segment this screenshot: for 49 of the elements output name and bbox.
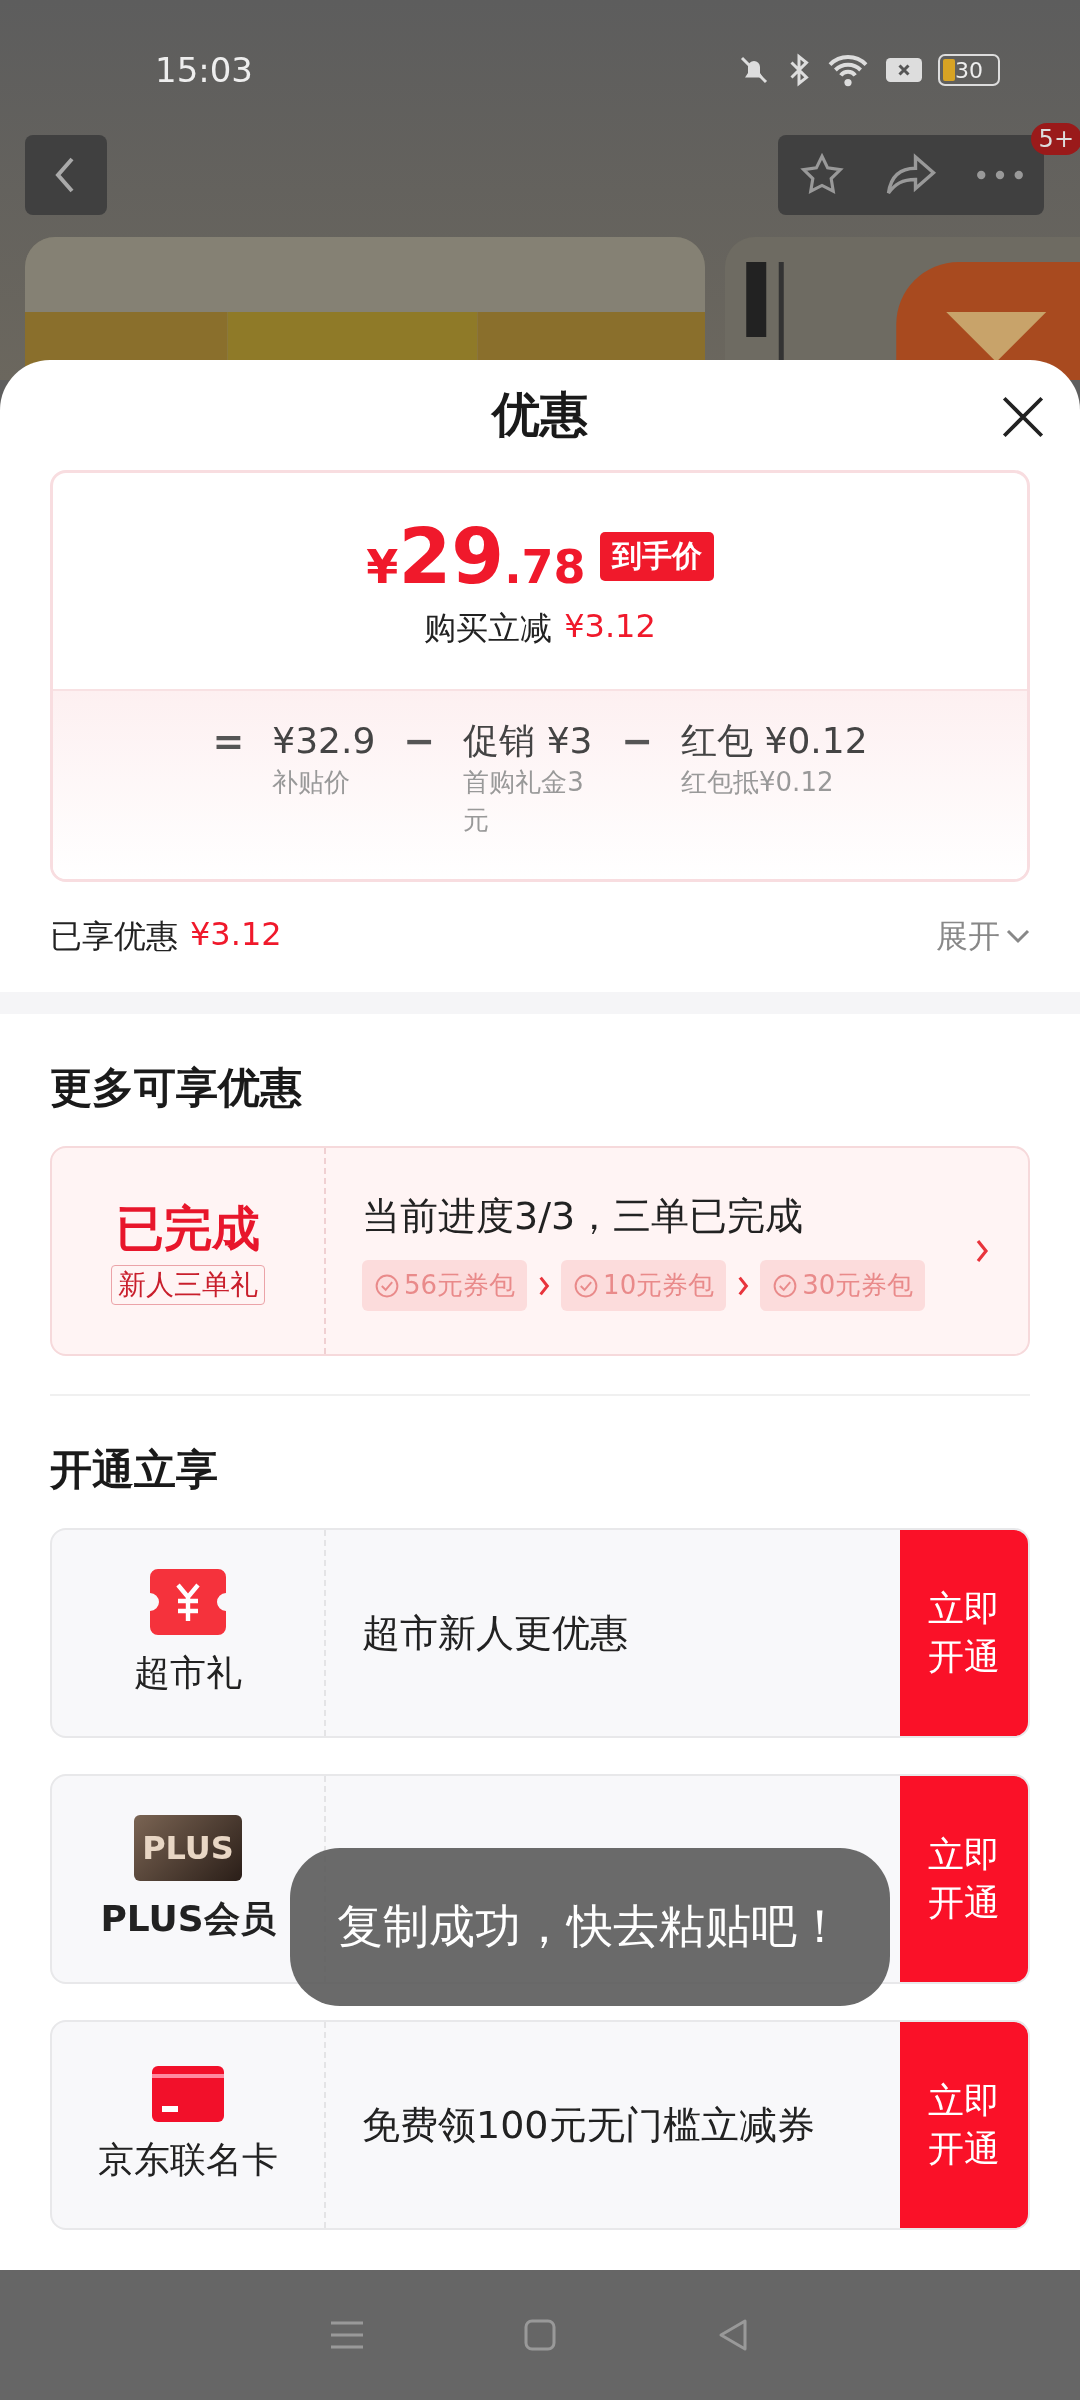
check-circle-icon (374, 1272, 400, 1299)
bank-card-icon (152, 2065, 224, 2122)
activate-button[interactable]: 立即开通 (900, 1776, 1028, 1982)
task-tag: 新人三单礼 (111, 1265, 265, 1305)
chevron-icon (537, 1275, 552, 1296)
expand-button[interactable]: 展开 (936, 915, 1030, 959)
formula-amount: 促销 ¥3 (463, 719, 594, 763)
formula-amount: 红包 ¥0.12 (681, 719, 868, 763)
offer-name: PLUS会员 (100, 1896, 276, 1941)
battery-icon: 30 (938, 54, 1000, 86)
enjoyed-label: 已享优惠 (50, 916, 178, 957)
operator-sign: − (621, 719, 654, 763)
task-status: 已完成 (116, 1199, 260, 1258)
sheet-title: 优惠 (492, 385, 588, 444)
price-tag: 到手价 (599, 531, 714, 581)
notification-badge: 5+ (1030, 123, 1080, 155)
back-button[interactable] (25, 135, 107, 215)
coupon-step: 56元券包 (362, 1260, 528, 1311)
activate-button[interactable]: 立即开通 (900, 1530, 1028, 1736)
formula-note: 首购礼金3元 (463, 766, 585, 837)
coupon-step: 10元券包 (561, 1260, 727, 1311)
operator-sign: = (212, 719, 245, 763)
formula-note: 补贴价 (272, 766, 352, 799)
chevron-icon (736, 1275, 751, 1296)
chevron-down-icon (1006, 929, 1030, 945)
sim-error-icon (884, 55, 924, 85)
toast-message: 复制成功，快去粘贴吧！ (290, 1848, 890, 2006)
activate-button[interactable]: 立即开通 (900, 2022, 1028, 2228)
enjoyed-amount: ¥3.12 (190, 915, 282, 955)
chevron-icon (974, 1238, 990, 1264)
coupon-step: 30元券包 (760, 1260, 926, 1311)
plus-logo: PLUS (134, 1814, 242, 1881)
status-time: 15:03 (155, 50, 253, 90)
offer-name: 超市礼 (134, 1650, 242, 1695)
formula-amount: ¥32.9 (272, 719, 376, 763)
coupon-icon (150, 1568, 226, 1635)
section-heading: 更多可享优惠 (49, 1062, 303, 1114)
formula-note: 红包抵¥0.12 (681, 766, 835, 799)
saving-label: 购买立减 (424, 607, 553, 649)
wifi-icon (826, 52, 870, 88)
offer-name: 京东联名卡 (98, 2137, 278, 2182)
offer-description: 超市新人更优惠 (362, 1609, 628, 1657)
final-price: ¥29.78 (366, 511, 586, 601)
offer-description: 免费领100元无门槛立减券 (362, 2101, 815, 2149)
check-circle-icon (573, 1272, 600, 1299)
section-heading: 开通立享 (49, 1444, 219, 1496)
saving-amount: ¥3.12 (564, 606, 656, 647)
operator-sign: − (403, 719, 436, 763)
check-circle-icon (772, 1272, 799, 1299)
